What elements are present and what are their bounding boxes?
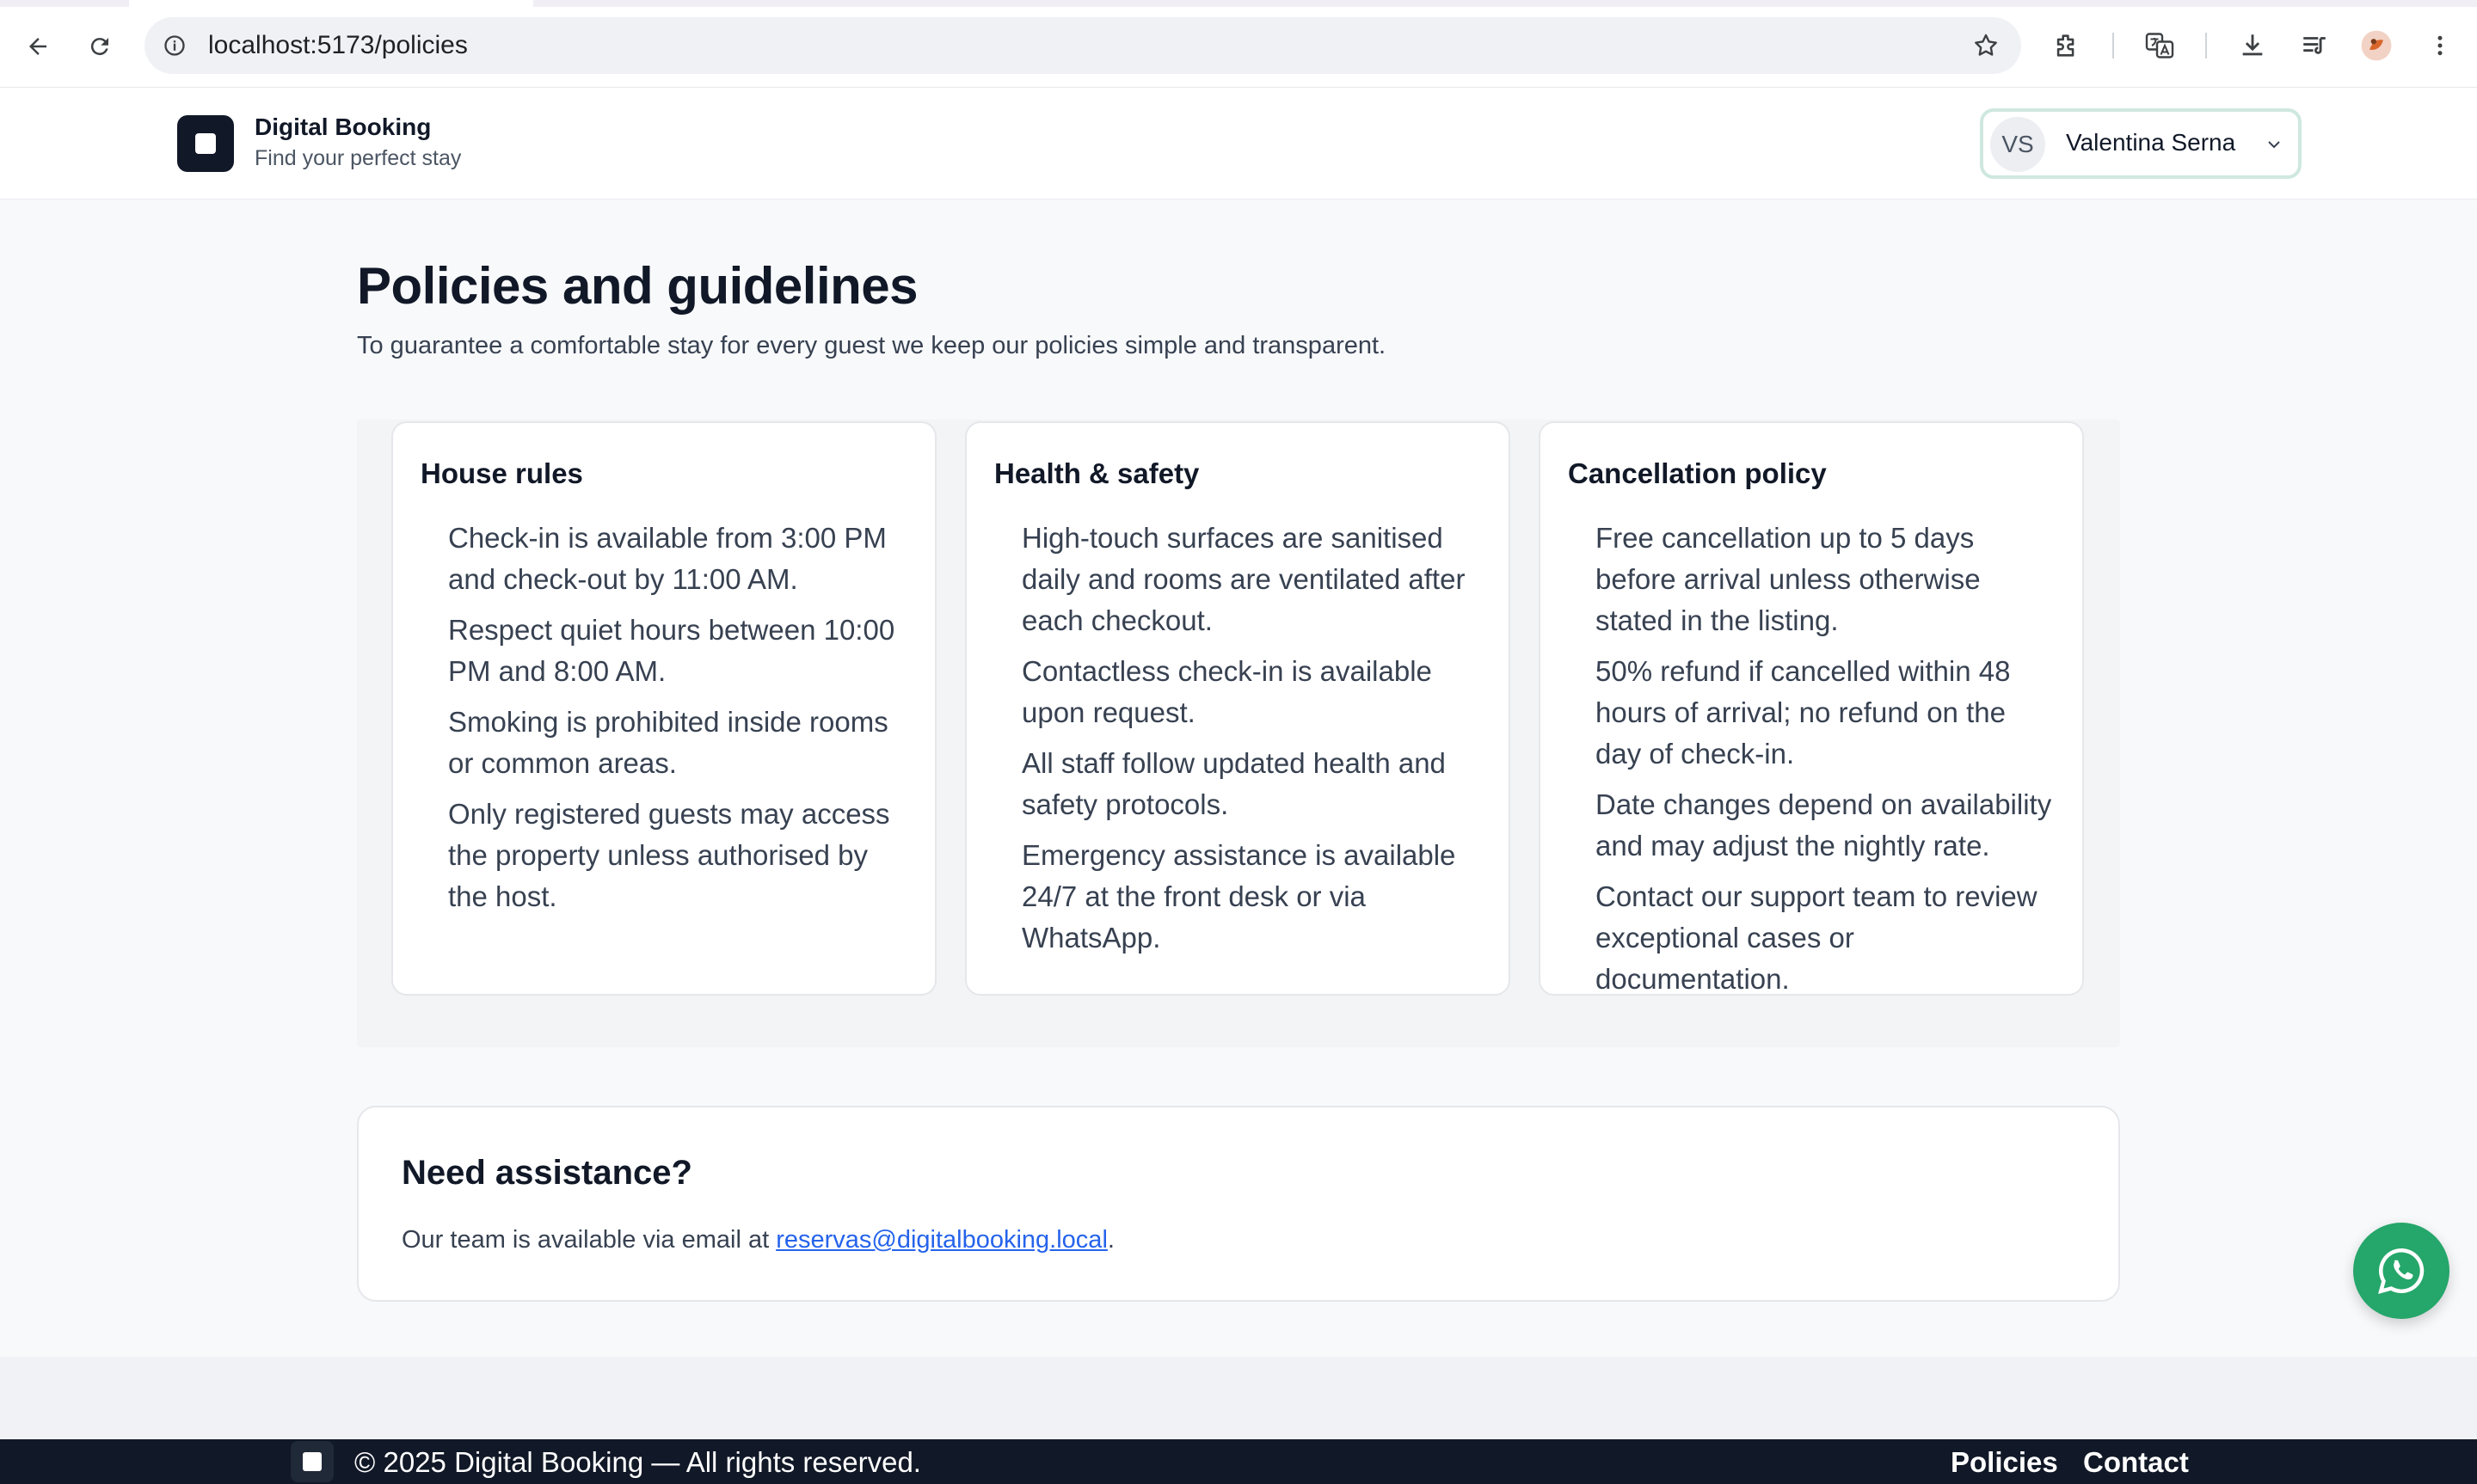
user-menu-button[interactable]: VS Valentina Serna bbox=[1980, 108, 2302, 179]
list-item: Emergency assistance is available 24/7 a… bbox=[1022, 839, 1456, 954]
list-item: Free cancellation up to 5 days before ar… bbox=[1595, 522, 1981, 636]
avatar: VS bbox=[1990, 117, 2045, 172]
card-list: Check-in is available from 3:00 PM and c… bbox=[448, 518, 907, 927]
card-list: High-touch surfaces are sanitised daily … bbox=[1022, 518, 1481, 968]
page-subtitle: To guarantee a comfortable stay for ever… bbox=[357, 332, 1386, 359]
list-item: Contactless check-in is available upon r… bbox=[1022, 655, 1432, 728]
footer-copyright: © 2025 Digital Booking — All rights rese… bbox=[354, 1446, 921, 1478]
list-item: High-touch surfaces are sanitised daily … bbox=[1022, 522, 1466, 636]
bookmark-star-icon[interactable] bbox=[1970, 29, 2002, 62]
policy-cards-section: House rules Check-in is available from 3… bbox=[357, 420, 2120, 1047]
user-name: Valentina Serna bbox=[2066, 129, 2236, 156]
download-icon[interactable] bbox=[2233, 26, 2272, 65]
list-item: Date changes depend on availability and … bbox=[1595, 788, 2052, 862]
whatsapp-icon bbox=[2378, 1248, 2425, 1294]
card-title: Cancellation policy bbox=[1568, 457, 1827, 489]
policy-card-health-safety: Health & safety High-touch surfaces are … bbox=[965, 421, 1510, 996]
brand-logo[interactable] bbox=[177, 115, 234, 172]
list-item: 50% refund if cancelled within 48 hours … bbox=[1595, 655, 2011, 770]
tab-strip bbox=[0, 0, 2477, 7]
chevron-down-icon bbox=[2268, 141, 2280, 149]
footer-logo bbox=[291, 1441, 334, 1482]
active-tab[interactable] bbox=[129, 0, 533, 7]
assistance-text: Our team is available via email at reser… bbox=[402, 1226, 1115, 1254]
app-header: Digital Booking Find your perfect stay V… bbox=[0, 88, 2477, 199]
policy-card-cancellation: Cancellation policy Free cancellation up… bbox=[1539, 421, 2084, 996]
translate-icon[interactable] bbox=[2140, 26, 2179, 65]
whatsapp-button[interactable] bbox=[2353, 1223, 2449, 1319]
assistance-text-before: Our team is available via email at bbox=[402, 1226, 777, 1254]
address-bar[interactable]: localhost:5173/policies bbox=[144, 17, 2021, 74]
brand-tagline: Find your perfect stay bbox=[255, 146, 462, 170]
page-title: Policies and guidelines bbox=[357, 257, 919, 315]
list-item: All staff follow updated health and safe… bbox=[1022, 747, 1446, 820]
assistance-text-after: . bbox=[1107, 1226, 1115, 1254]
list-item: Smoking is prohibited inside rooms or co… bbox=[448, 706, 888, 779]
footer-link-contact[interactable]: Contact bbox=[2083, 1446, 2189, 1479]
browser-toolbar: localhost:5173/policies bbox=[0, 0, 2477, 88]
footer: © 2025 Digital Booking — All rights rese… bbox=[0, 1439, 2477, 1484]
card-title: Health & safety bbox=[994, 457, 1200, 489]
url-text[interactable]: localhost:5173/policies bbox=[208, 31, 468, 60]
list-item: Respect quiet hours between 10:00 PM and… bbox=[448, 614, 895, 687]
media-control-icon[interactable] bbox=[2295, 26, 2334, 65]
reload-icon[interactable] bbox=[77, 24, 122, 69]
brand-name[interactable]: Digital Booking bbox=[255, 113, 431, 141]
list-item: Only registered guests may access the pr… bbox=[448, 798, 890, 912]
support-email-link[interactable]: reservas@digitalbooking.local bbox=[776, 1226, 1108, 1254]
list-item: Contact our support team to review excep… bbox=[1595, 880, 2038, 995]
footer-spacer bbox=[0, 1357, 2477, 1439]
extensions-icon[interactable] bbox=[2047, 26, 2087, 65]
card-list: Free cancellation up to 5 days before ar… bbox=[1595, 518, 2055, 1009]
back-icon[interactable] bbox=[15, 24, 60, 69]
chrome-menu-icon[interactable] bbox=[2420, 26, 2460, 65]
list-item: Check-in is available from 3:00 PM and c… bbox=[448, 522, 887, 595]
card-title: House rules bbox=[421, 457, 583, 489]
profile-avatar-icon[interactable] bbox=[2357, 26, 2396, 65]
policy-card-house-rules: House rules Check-in is available from 3… bbox=[391, 421, 937, 996]
assistance-card: Need assistance? Our team is available v… bbox=[357, 1106, 2120, 1302]
site-info-icon[interactable] bbox=[160, 31, 189, 60]
assistance-title: Need assistance? bbox=[402, 1154, 692, 1192]
footer-link-policies[interactable]: Policies bbox=[1951, 1446, 2058, 1479]
